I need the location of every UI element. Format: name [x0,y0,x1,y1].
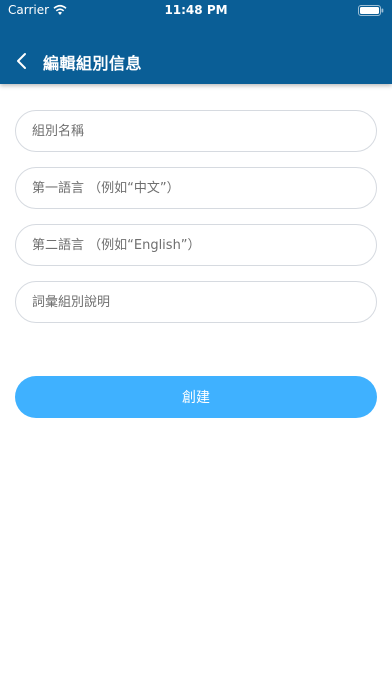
group-name-input[interactable] [15,110,377,152]
create-button[interactable]: 創建 [15,376,377,418]
page-title: 編輯組別信息 [43,54,143,73]
second-language-input[interactable] [15,224,377,266]
navigation-bar: 編輯組別信息 [0,44,392,78]
group-description-input[interactable] [15,281,377,323]
group-form [15,110,377,338]
battery-icon [358,5,384,16]
status-time: 11:48 PM [164,3,228,17]
app-header: Carrier 11:48 PM 編輯組別信息 [0,0,392,84]
back-chevron-icon[interactable] [14,51,32,71]
first-language-input[interactable] [15,167,377,209]
status-bar: Carrier 11:48 PM [0,0,392,20]
